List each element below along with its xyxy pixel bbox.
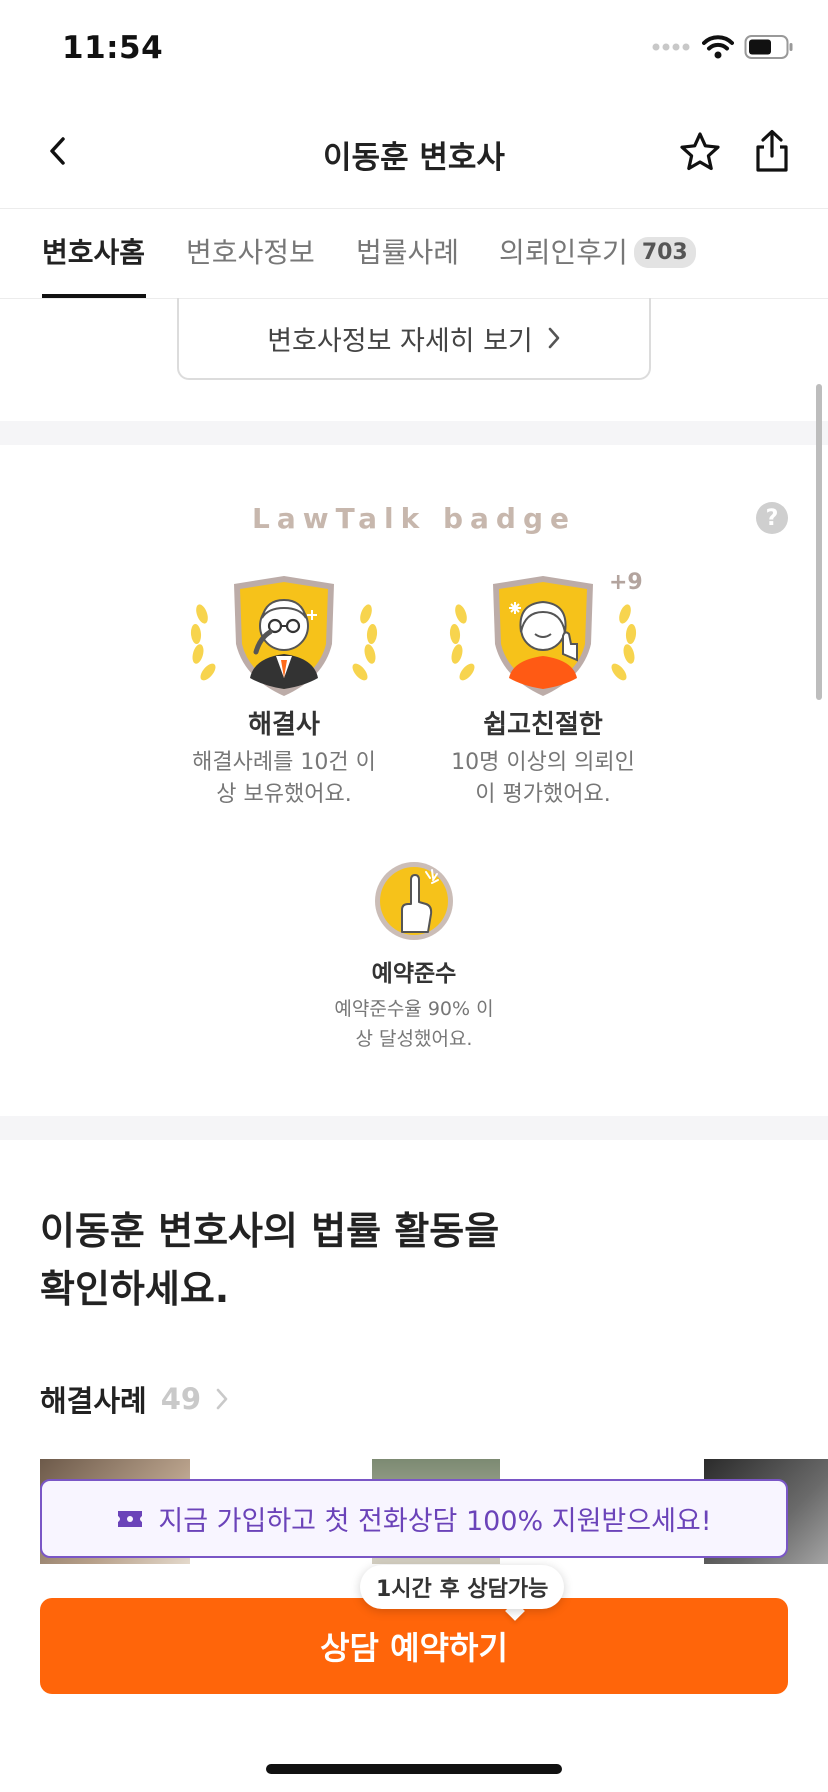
chevron-right-icon bbox=[216, 1388, 228, 1410]
wifi-icon bbox=[702, 35, 734, 59]
status-bar: 11:54 bbox=[0, 0, 828, 100]
status-time: 11:54 bbox=[62, 30, 164, 66]
badge-easy-kind-desc-line-1: 10명 이상의 의뢰인 bbox=[451, 750, 635, 775]
section-divider-2 bbox=[0, 1116, 828, 1140]
lawyer-info-detail-label: 변호사정보 자세히 보기 bbox=[267, 325, 533, 357]
solved-cases-label: 해결사례 bbox=[40, 1384, 147, 1418]
badge-solver-desc-line-2: 상 보유했어요. bbox=[216, 782, 352, 807]
review-count-badge: 703 bbox=[633, 237, 696, 268]
active-tab-indicator bbox=[42, 294, 146, 298]
tab-client-reviews[interactable]: 의뢰인후기 703 bbox=[499, 231, 696, 271]
badge-solver-desc-line-1: 해결사례를 10건 이 bbox=[192, 750, 376, 775]
tab-client-reviews-label: 의뢰인후기 bbox=[499, 236, 628, 269]
badge-reservation-desc-line-1: 예약준수율 90% 이 bbox=[334, 998, 494, 1020]
favorite-button[interactable] bbox=[678, 130, 722, 174]
status-icons bbox=[652, 34, 794, 60]
badge-reservation-name: 예약준수 bbox=[371, 961, 457, 987]
availability-tooltip: 1시간 후 상담가능 bbox=[360, 1565, 565, 1609]
badge-extra-count: +9 bbox=[609, 570, 643, 595]
badge-easy-kind: +9 쉽고친절한 10명 이상의 의뢰인 이 평가했어요. bbox=[443, 570, 643, 811]
home-indicator bbox=[266, 1764, 562, 1774]
lawyer-info-detail-button[interactable]: 변호사정보 자세히 보기 bbox=[177, 298, 651, 380]
tab-bar: 변호사홈 변호사정보 법률사례 의뢰인후기 703 bbox=[0, 208, 828, 299]
promo-text: 지금 가입하고 첫 전화상담 100% 지원받으세요! bbox=[158, 1506, 712, 1537]
battery-icon bbox=[744, 35, 793, 59]
help-icon[interactable]: ? bbox=[756, 502, 788, 534]
star-icon bbox=[680, 132, 720, 171]
badge-easy-kind-desc-line-2: 이 평가했어요. bbox=[475, 782, 611, 807]
activity-headline-line-2: 확인하세요. bbox=[40, 1267, 230, 1311]
tab-lawyer-info[interactable]: 변호사정보 bbox=[186, 231, 315, 271]
tab-lawyer-home[interactable]: 변호사홈 bbox=[42, 231, 145, 271]
solved-cases-count: 49 bbox=[160, 1382, 202, 1416]
solved-cases-link[interactable]: 해결사례 49 bbox=[40, 1378, 229, 1420]
share-button[interactable] bbox=[752, 128, 792, 174]
book-consultation-button[interactable]: 상담 예약하기 bbox=[40, 1598, 788, 1694]
share-icon bbox=[756, 129, 788, 172]
solver-badge-icon bbox=[190, 576, 378, 696]
signal-icon bbox=[652, 43, 690, 51]
nav-bar: 이동훈 변호사 bbox=[0, 108, 828, 198]
reservation-badge-icon bbox=[375, 862, 453, 940]
tab-legal-cases[interactable]: 법률사례 bbox=[356, 231, 459, 271]
badge-solver: 해결사 해결사례를 10건 이 상 보유했어요. bbox=[184, 574, 384, 811]
signup-promo-banner[interactable]: 지금 가입하고 첫 전화상담 100% 지원받으세요! bbox=[40, 1479, 788, 1558]
badge-solver-name: 해결사 bbox=[248, 710, 320, 740]
badge-reservation-keeping: 예약준수 예약준수율 90% 이 상 달성했어요. bbox=[314, 858, 514, 1054]
section-divider bbox=[0, 421, 828, 445]
activity-headline: 이동훈 변호사의 법률 활동을 확인하세요. bbox=[40, 1202, 499, 1318]
chevron-right-icon bbox=[548, 327, 560, 349]
scrollbar[interactable] bbox=[816, 384, 822, 700]
activity-headline-line-1: 이동훈 변호사의 법률 활동을 bbox=[40, 1209, 500, 1253]
badge-easy-kind-name: 쉽고친절한 bbox=[483, 710, 603, 740]
badge-reservation-desc-line-2: 상 달성했어요. bbox=[355, 1028, 473, 1050]
badge-section-title: LawTalk badge bbox=[252, 502, 576, 535]
ticket-icon bbox=[118, 1510, 143, 1527]
